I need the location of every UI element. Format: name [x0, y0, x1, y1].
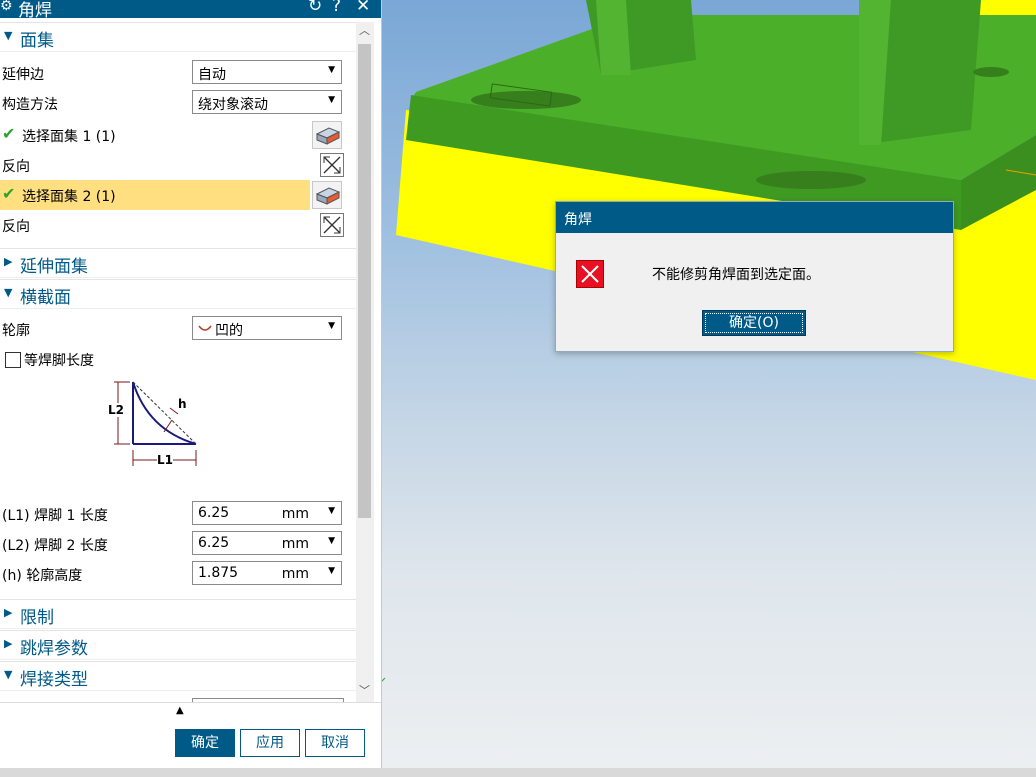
expanded-arrow-icon: ▼ [4, 286, 13, 299]
ok-button[interactable]: 确定 [175, 729, 235, 757]
collapsed-arrow-icon: ▶ [4, 637, 13, 650]
expanded-arrow-icon: ▼ [4, 29, 13, 42]
construct-method-label: 构造方法 [2, 97, 58, 113]
select-face-set-2-label: 选择面集 2 (1) [22, 189, 116, 205]
profile-height-label: (h) 轮廓高度 [2, 568, 83, 584]
profile-height-input[interactable]: 1.875 mm ▼ [192, 561, 342, 585]
fillet-weld-panel: ⚙ 角焊 ↻ ? ✕ ▼ 面集 延伸边 自动 ▼ 构造方法 绕对象滚动 ▼ ✔ [0, 0, 382, 769]
profile-label: 轮廓 [2, 323, 30, 339]
section-label: 面集 [20, 31, 54, 51]
section-label: 横截面 [20, 288, 71, 308]
face-selector-icon[interactable] [312, 181, 342, 209]
leg1-label: (L1) 焊脚 1 长度 [2, 508, 108, 524]
extend-edge-row: 延伸边 自动 ▼ [0, 58, 356, 88]
leg1-input[interactable]: 6.25 mm ▼ [192, 501, 342, 525]
error-dialog: 角焊 不能修剪角焊面到选定面。 确定(O) [555, 201, 954, 352]
section-extend-face-sets[interactable]: ▶ 延伸面集 [0, 248, 356, 277]
extend-edge-label: 延伸边 [2, 67, 44, 83]
section-label: 延伸面集 [20, 257, 88, 277]
section-skip-weld-params[interactable]: ▶ 跳焊参数 [0, 630, 356, 659]
dialog-ok-button[interactable]: 确定(O) [702, 310, 806, 336]
leg1-value: 6.25 [198, 505, 230, 521]
profile-row: 轮廓 凹的 ▼ [0, 314, 356, 344]
equal-leg-label: 等焊脚长度 [24, 353, 94, 369]
reverse-direction-icon[interactable] [320, 153, 344, 177]
leg2-value: 6.25 [198, 535, 230, 551]
unit-label: mm [281, 536, 309, 552]
error-icon [576, 260, 604, 288]
section-limits[interactable]: ▶ 限制 [0, 599, 356, 628]
leg1-row: (L1) 焊脚 1 长度 6.25 mm ▼ [0, 499, 356, 529]
section-label: 焊接类型 [20, 670, 88, 690]
diagram-label-h: h [178, 397, 187, 411]
checkmark-icon: ✔ [2, 184, 16, 203]
help-icon[interactable]: ? [332, 0, 341, 16]
reverse-direction-icon[interactable] [320, 213, 344, 237]
collapse-arrow-icon[interactable]: ▲ [176, 705, 184, 716]
collapsed-arrow-icon: ▶ [4, 255, 13, 268]
section-label: 限制 [20, 608, 54, 628]
unit-label: mm [281, 506, 309, 522]
chevron-down-icon: ▼ [328, 321, 335, 331]
diagram-label-l2: L2 [108, 403, 124, 417]
profile-height-value: 1.875 [198, 565, 239, 581]
select-face-set-2-row[interactable]: ✔ 选择面集 2 (1) [0, 180, 310, 210]
section-label: 跳焊参数 [20, 639, 88, 659]
collapsed-arrow-icon: ▶ [4, 606, 13, 619]
reset-icon[interactable]: ↻ [308, 0, 322, 16]
chevron-down-icon[interactable]: ▼ [328, 506, 335, 516]
chevron-down-icon[interactable]: ▼ [328, 566, 335, 576]
reverse-1-label: 反向 [2, 159, 30, 175]
dialog-title-bar: 角焊 [556, 202, 953, 233]
chevron-down-icon[interactable]: ﹀ [359, 682, 370, 698]
reverse-1-row: 反向 [0, 150, 356, 180]
extend-edge-dropdown[interactable]: 自动 ▼ [192, 60, 342, 84]
concave-profile-icon [198, 325, 212, 331]
cancel-button[interactable]: 取消 [305, 729, 365, 757]
checkmark-icon: ✔ [2, 124, 16, 143]
panel-footer: ▲ 确定 应用 取消 [0, 702, 381, 769]
gear-icon: ⚙ [0, 0, 13, 14]
face-selector-icon[interactable] [312, 121, 342, 149]
section-weld-type[interactable]: ▼ 焊接类型 [0, 661, 356, 690]
dropdown-value: 绕对象滚动 [198, 97, 268, 113]
apply-button[interactable]: 应用 [240, 729, 300, 757]
leg2-row: (L2) 焊脚 2 长度 6.25 mm ▼ [0, 529, 356, 559]
scrollbar-thumb[interactable] [358, 44, 371, 518]
expanded-arrow-icon: ▼ [4, 668, 13, 681]
dropdown-value: 凹的 [215, 323, 243, 339]
status-strip [0, 768, 1036, 777]
dropdown-value: 自动 [198, 67, 226, 83]
unit-label: mm [281, 566, 309, 582]
construct-method-row: 构造方法 绕对象滚动 ▼ [0, 88, 356, 118]
chevron-down-icon: ▼ [328, 95, 335, 105]
dialog-title: 角焊 [564, 212, 592, 228]
graphics-viewport[interactable] [381, 0, 1036, 768]
profile-dropdown[interactable]: 凹的 ▼ [192, 316, 342, 340]
chevron-down-icon[interactable]: ▼ [328, 536, 335, 546]
leg2-input[interactable]: 6.25 mm ▼ [192, 531, 342, 555]
close-icon[interactable]: ✕ [356, 0, 370, 16]
panel-title-bar: ⚙ 角焊 ↻ ? ✕ [0, 0, 381, 21]
section-cross-section[interactable]: ▼ 横截面 [0, 279, 356, 308]
profile-height-row: (h) 轮廓高度 1.875 mm ▼ [0, 559, 356, 589]
leg2-label: (L2) 焊脚 2 长度 [2, 538, 108, 554]
panel-scrollbar[interactable]: ︿ ﹀ [356, 22, 374, 702]
diagram-label-l1: L1 [157, 453, 173, 467]
dialog-message: 不能修剪角焊面到选定面。 [652, 267, 820, 283]
select-face-set-1-label: 选择面集 1 (1) [22, 129, 116, 145]
3d-model [381, 0, 1036, 683]
section-face-sets[interactable]: ▼ 面集 [0, 22, 356, 51]
reverse-2-label: 反向 [2, 219, 30, 235]
construct-method-dropdown[interactable]: 绕对象滚动 ▼ [192, 90, 342, 114]
panel-title: 角焊 [18, 1, 52, 21]
weld-profile-diagram [114, 381, 197, 466]
equal-leg-checkbox[interactable] [5, 352, 21, 368]
select-face-set-1-row[interactable]: ✔ 选择面集 1 (1) [0, 120, 356, 150]
chevron-up-icon[interactable]: ︿ [359, 22, 370, 38]
equal-leg-row[interactable]: 等焊脚长度 [0, 344, 356, 374]
chevron-down-icon: ▼ [328, 65, 335, 75]
panel-scroll-area[interactable]: ▼ 面集 延伸边 自动 ▼ 构造方法 绕对象滚动 ▼ ✔ 选择面集 1 (1) [0, 22, 356, 702]
reverse-2-row: 反向 [0, 210, 356, 240]
